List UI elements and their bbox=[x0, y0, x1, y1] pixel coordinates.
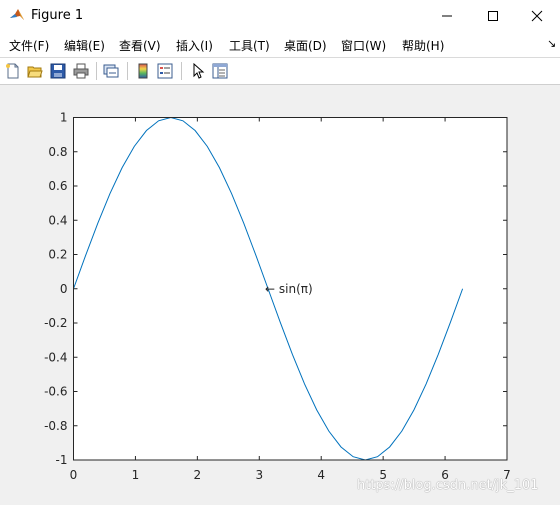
save-icon bbox=[50, 63, 66, 79]
y-tick-label: 0 bbox=[60, 282, 68, 296]
minimize-icon bbox=[442, 15, 452, 17]
x-tick-label: 2 bbox=[194, 468, 202, 482]
figure-toolbar bbox=[0, 58, 560, 85]
x-tick-label: 0 bbox=[70, 468, 78, 482]
figure-canvas[interactable]: 0 1 2 3 4 5 6 7 1 0.8 0.6 0.4 0.2 0 -0.2 -0.4 -0.6 -0.8 -1… bbox=[0, 85, 560, 505]
menu-view[interactable]: 查看(V) bbox=[119, 37, 161, 54]
menu-file[interactable]: 文件(F) bbox=[9, 37, 49, 54]
menu-window[interactable]: 窗口(W) bbox=[341, 37, 386, 54]
y-tick-label: 0.4 bbox=[48, 213, 67, 227]
close-icon bbox=[531, 10, 543, 22]
edit-plot-button[interactable] bbox=[188, 61, 208, 81]
menu-bar: 文件(F) 编辑(E) 查看(V) 插入(I) 工具(T) 桌面(D) 窗口(W… bbox=[0, 31, 560, 58]
y-tick-label: -0.2 bbox=[44, 316, 67, 330]
link-plot-icon bbox=[103, 64, 119, 78]
insert-legend-icon bbox=[157, 63, 173, 79]
insert-colorbar-button[interactable] bbox=[133, 61, 153, 81]
toolbar-separator bbox=[127, 62, 128, 80]
y-tick-label: -1 bbox=[56, 453, 68, 467]
minimize-button[interactable] bbox=[424, 0, 470, 31]
edit-plot-pointer-icon bbox=[193, 63, 205, 79]
property-inspector-icon bbox=[212, 63, 228, 79]
link-plot-button[interactable] bbox=[101, 61, 121, 81]
property-inspector-button[interactable] bbox=[210, 61, 230, 81]
print-icon bbox=[73, 63, 89, 79]
toolbar-separator bbox=[96, 62, 97, 80]
title-bar: Figure 1 bbox=[0, 0, 560, 31]
matlab-logo-icon bbox=[10, 9, 24, 20]
menu-desktop[interactable]: 桌面(D) bbox=[284, 37, 327, 54]
new-figure-icon bbox=[6, 63, 19, 79]
close-button[interactable] bbox=[514, 0, 560, 31]
x-tick-label: 1 bbox=[132, 468, 140, 482]
toolbar-separator bbox=[181, 62, 182, 80]
y-tick-label: 0.2 bbox=[48, 248, 67, 262]
insert-colorbar-icon bbox=[138, 63, 148, 79]
window-title: Figure 1 bbox=[31, 8, 84, 23]
y-tick-label: 0.6 bbox=[48, 179, 67, 193]
menu-help[interactable]: 帮助(H) bbox=[402, 37, 444, 54]
x-tick-label: 4 bbox=[317, 468, 325, 482]
open-file-icon bbox=[27, 66, 43, 78]
maximize-icon bbox=[488, 11, 498, 21]
y-tick-label: 1 bbox=[60, 111, 68, 125]
menu-tools[interactable]: 工具(T) bbox=[229, 37, 270, 54]
arrow-icon[interactable]: ↘ bbox=[547, 37, 556, 50]
sine-plot[interactable]: 0 1 2 3 4 5 6 710.80.60.40.20-0.2-0.4-0.6-0.8-1… bbox=[0, 85, 560, 505]
y-tick-label: 0.8 bbox=[48, 145, 67, 159]
print-button[interactable] bbox=[71, 61, 91, 81]
watermark: https://blog.csdn.net/jk_101 bbox=[357, 478, 539, 493]
insert-legend-button[interactable] bbox=[155, 61, 175, 81]
menu-insert[interactable]: 插入(I) bbox=[176, 37, 213, 54]
annotation-sin-pi: ← sin(π) bbox=[265, 282, 313, 296]
y-tick-label: -0.4 bbox=[44, 350, 67, 364]
y-tick-label: -0.6 bbox=[44, 385, 67, 399]
menu-edit[interactable]: 编辑(E) bbox=[64, 37, 105, 54]
maximize-button[interactable] bbox=[470, 0, 516, 31]
new-figure-button[interactable] bbox=[3, 61, 23, 81]
open-file-button[interactable] bbox=[25, 61, 45, 81]
save-button[interactable] bbox=[48, 61, 68, 81]
x-tick-label: 3 bbox=[255, 468, 263, 482]
y-tick-label: -0.8 bbox=[44, 419, 67, 433]
